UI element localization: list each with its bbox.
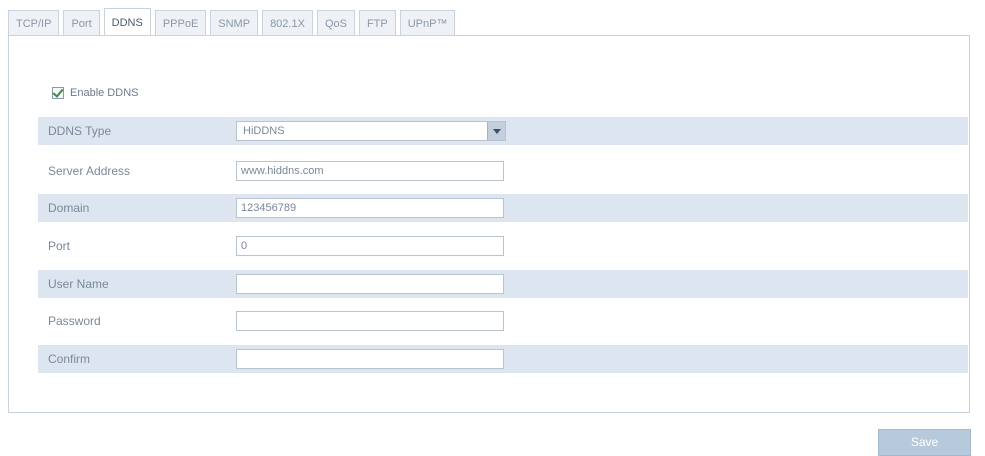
server-address-row: Server Address www.hiddns.com [38, 157, 968, 185]
tab-tcpip[interactable]: TCP/IP [8, 10, 60, 36]
tab-port[interactable]: Port [63, 10, 100, 36]
domain-field[interactable]: 123456789 [236, 198, 504, 218]
enable-ddns-label: Enable DDNS [70, 87, 139, 99]
server-address-field[interactable]: www.hiddns.com [236, 161, 504, 181]
checkmark-icon [52, 86, 64, 98]
user-name-row: User Name [38, 270, 968, 298]
user-name-field[interactable] [236, 274, 504, 294]
tab-ftp[interactable]: FTP [358, 10, 396, 36]
ddns-type-label: DDNS Type [48, 124, 112, 138]
port-label: Port [48, 239, 71, 253]
tab-8021x[interactable]: 802.1X [262, 10, 313, 36]
tab-upnp[interactable]: UPnP™ [399, 10, 456, 36]
tab-snmp[interactable]: SNMP [210, 10, 259, 36]
tab-qos[interactable]: QoS [316, 10, 355, 36]
enable-ddns-row: Enable DDNS [52, 86, 139, 99]
ddns-type-value: HiDDNS [243, 125, 285, 137]
user-name-label: User Name [48, 277, 109, 291]
password-label: Password [48, 314, 101, 328]
server-address-label: Server Address [48, 164, 131, 178]
confirm-label: Confirm [48, 352, 91, 366]
chevron-down-icon[interactable] [487, 122, 505, 140]
port-row: Port 0 [38, 232, 968, 260]
save-button[interactable]: Save [878, 429, 971, 456]
port-field[interactable]: 0 [236, 236, 504, 256]
ddns-type-select[interactable]: HiDDNS [236, 121, 506, 141]
confirm-row: Confirm [38, 345, 968, 373]
ddns-type-row: DDNS Type HiDDNS [38, 117, 968, 145]
domain-row: Domain 123456789 [38, 194, 968, 222]
confirm-field[interactable] [236, 349, 504, 369]
tab-bar: TCP/IP Port DDNS PPPoE SNMP 802.1X QoS F… [8, 8, 970, 36]
tab-pppoe[interactable]: PPPoE [154, 10, 207, 36]
password-row: Password [38, 307, 968, 335]
password-field[interactable] [236, 311, 504, 331]
enable-ddns-checkbox[interactable] [52, 86, 64, 99]
tab-ddns[interactable]: DDNS [103, 8, 151, 36]
domain-label: Domain [48, 201, 90, 215]
